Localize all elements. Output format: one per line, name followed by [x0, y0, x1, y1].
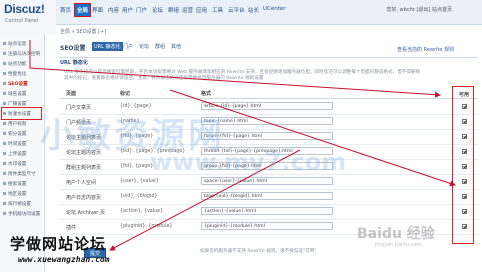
tab-forum[interactable]: 论坛	[139, 43, 149, 50]
topnav-item-ucenter[interactable]: UCenter	[263, 6, 286, 12]
sidebar-item-time[interactable]: 时间设置	[3, 141, 26, 147]
table-row: 用户日志内容页 {uid}, {blogid} blog-{uid}-{blog…	[60, 190, 478, 205]
row-format-input[interactable]: space-{user}-{value}.html	[201, 177, 333, 185]
column-header-vars: 标记	[120, 91, 131, 97]
topnav-item-user[interactable]: 用户	[122, 6, 133, 14]
row-page-name: 插件	[66, 225, 77, 231]
row-vars: {uid}, {blogid}	[120, 194, 158, 199]
sidebar-item-register[interactable]: 注册与访问控制	[3, 51, 40, 57]
app-logo[interactable]: Discuz! Control Panel	[0, 0, 56, 34]
watermark-site-cn: 学做网站论坛	[10, 235, 107, 253]
breadcrumb[interactable]: 全局 » SEO设置 [+]	[60, 28, 106, 35]
rewrite-rules-link[interactable]: 查看当前的 Rewrite 规则	[397, 46, 454, 53]
column-header-format: 格式	[201, 91, 212, 97]
sidebar-item-anti-spam[interactable]: 防灌水设置	[3, 111, 31, 117]
row-format-input[interactable]: blog-{uid}-{blogid}.html	[201, 192, 333, 200]
sidebar-item-site-info[interactable]: 站点信息	[3, 41, 26, 47]
sidebar-item-seo[interactable]: SEO设置	[3, 81, 28, 87]
tab-portal[interactable]: 门户	[123, 43, 133, 50]
watermark-center-url: www.my7.com	[150, 148, 347, 176]
table-row: 用户个人空间 {user}, {value} space-{user}-{val…	[60, 175, 478, 190]
sidebar-item-mobile[interactable]: 手机版访问设置	[3, 211, 40, 217]
tab-url-static[interactable]: URL 静态化	[92, 42, 123, 51]
topnav-item-style[interactable]: 界面	[92, 6, 103, 14]
logo-title: Discuz!	[4, 2, 45, 16]
row-page-name: 论坛 Archiver 页	[66, 210, 105, 216]
tab-other[interactable]: 其他	[171, 43, 181, 50]
column-header-page: 页面	[66, 91, 77, 97]
watermark-site-url: www.xuewangzhan.com	[18, 255, 110, 264]
table-row: 论坛 Archiver 页 {action}, {value} {action}…	[60, 205, 478, 220]
logo-subtitle: Control Panel	[5, 18, 39, 24]
row-page-name: 用户个人空间	[66, 180, 97, 186]
footer-note: 如果您的服务器不支持 Rewrite 规则，请不要勾选"可用"	[200, 249, 317, 254]
section-header-label: URL 静态化	[60, 60, 88, 66]
notice-text: URL 静态化可以提高搜索引擎抓取，开启本功能需要对 Web 服务器增加相应的 …	[64, 70, 421, 82]
watermark-baidu-sub: jingyan.baidu.com	[375, 242, 422, 248]
section-header: URL 静态化	[60, 57, 478, 68]
topnav-item-global[interactable]: 全局	[74, 3, 92, 17]
enable-column-highlight-box	[452, 86, 474, 244]
topnav-item-tools[interactable]: 工具	[212, 6, 223, 14]
topnav-item-forum[interactable]: 论坛	[152, 6, 163, 14]
sidebar-item-site-function[interactable]: 站点功能	[3, 61, 26, 67]
row-vars: {user}, {value}	[120, 179, 159, 184]
topnav-item-home[interactable]: 首页	[60, 6, 71, 14]
topnav-item-content[interactable]: 内容	[108, 6, 119, 14]
sidebar-item-upload[interactable]: 上传设置	[3, 151, 26, 157]
sidebar-item-credits[interactable]: 积分设置	[3, 131, 26, 137]
sidebar-item-permissions[interactable]: 用户权限	[3, 121, 26, 127]
watermark-baidu: Baidu 经验	[357, 226, 435, 242]
row-format-input[interactable]: {action}-{value}.html	[201, 207, 333, 215]
row-vars: {pluginid}, {module}	[120, 224, 173, 229]
header-divider	[60, 98, 478, 99]
sidebar-item-domain[interactable]: 域名设置	[3, 91, 26, 97]
sidebar-item-district[interactable]: 地区设置	[3, 191, 26, 197]
sidebar-item-broadcast[interactable]: 广播设置	[3, 101, 26, 107]
topnav-item-portal[interactable]: 门户	[136, 6, 147, 14]
sidebar-item-ranklist[interactable]: 排行榜设置	[3, 201, 31, 207]
topnav-item-plugin[interactable]: 应用	[196, 6, 207, 14]
row-format-input[interactable]: {pluginid}-{module}.html	[201, 222, 333, 230]
topnav-item-operation[interactable]: 运营	[182, 6, 193, 14]
topnav-item-founder[interactable]: 站长	[248, 6, 259, 14]
row-page-name: 用户日志内容页	[66, 195, 102, 201]
sidebar-item-watermark[interactable]: 水印设置	[3, 161, 26, 167]
topnav-item-cloud[interactable]: 云平台	[228, 6, 245, 14]
tab-group[interactable]: 群组	[155, 43, 165, 50]
sidebar-item-search[interactable]: 搜索设置	[3, 181, 26, 187]
row-page-name: 群组主题列表页	[66, 165, 102, 171]
row-vars: {action}, {value}	[120, 209, 164, 214]
row-vars: {fid}, {page}	[120, 164, 154, 169]
sidebar-item-performance[interactable]: 性能优化	[3, 71, 26, 77]
page-title: SEO设置	[60, 45, 86, 52]
topnav-item-group[interactable]: 群组	[168, 6, 179, 14]
column-header-enable: 可用	[459, 92, 470, 98]
user-info[interactable]: 您好, wbchr [退出] 站点首页	[387, 6, 453, 13]
sidebar-item-attach-types[interactable]: 附件类型尺寸	[3, 171, 36, 177]
top-navigation-bar: 首页 全局 界面 内容 用户 门户 论坛 群组 运营 应用 工具 云平台 站长 …	[56, 0, 482, 25]
